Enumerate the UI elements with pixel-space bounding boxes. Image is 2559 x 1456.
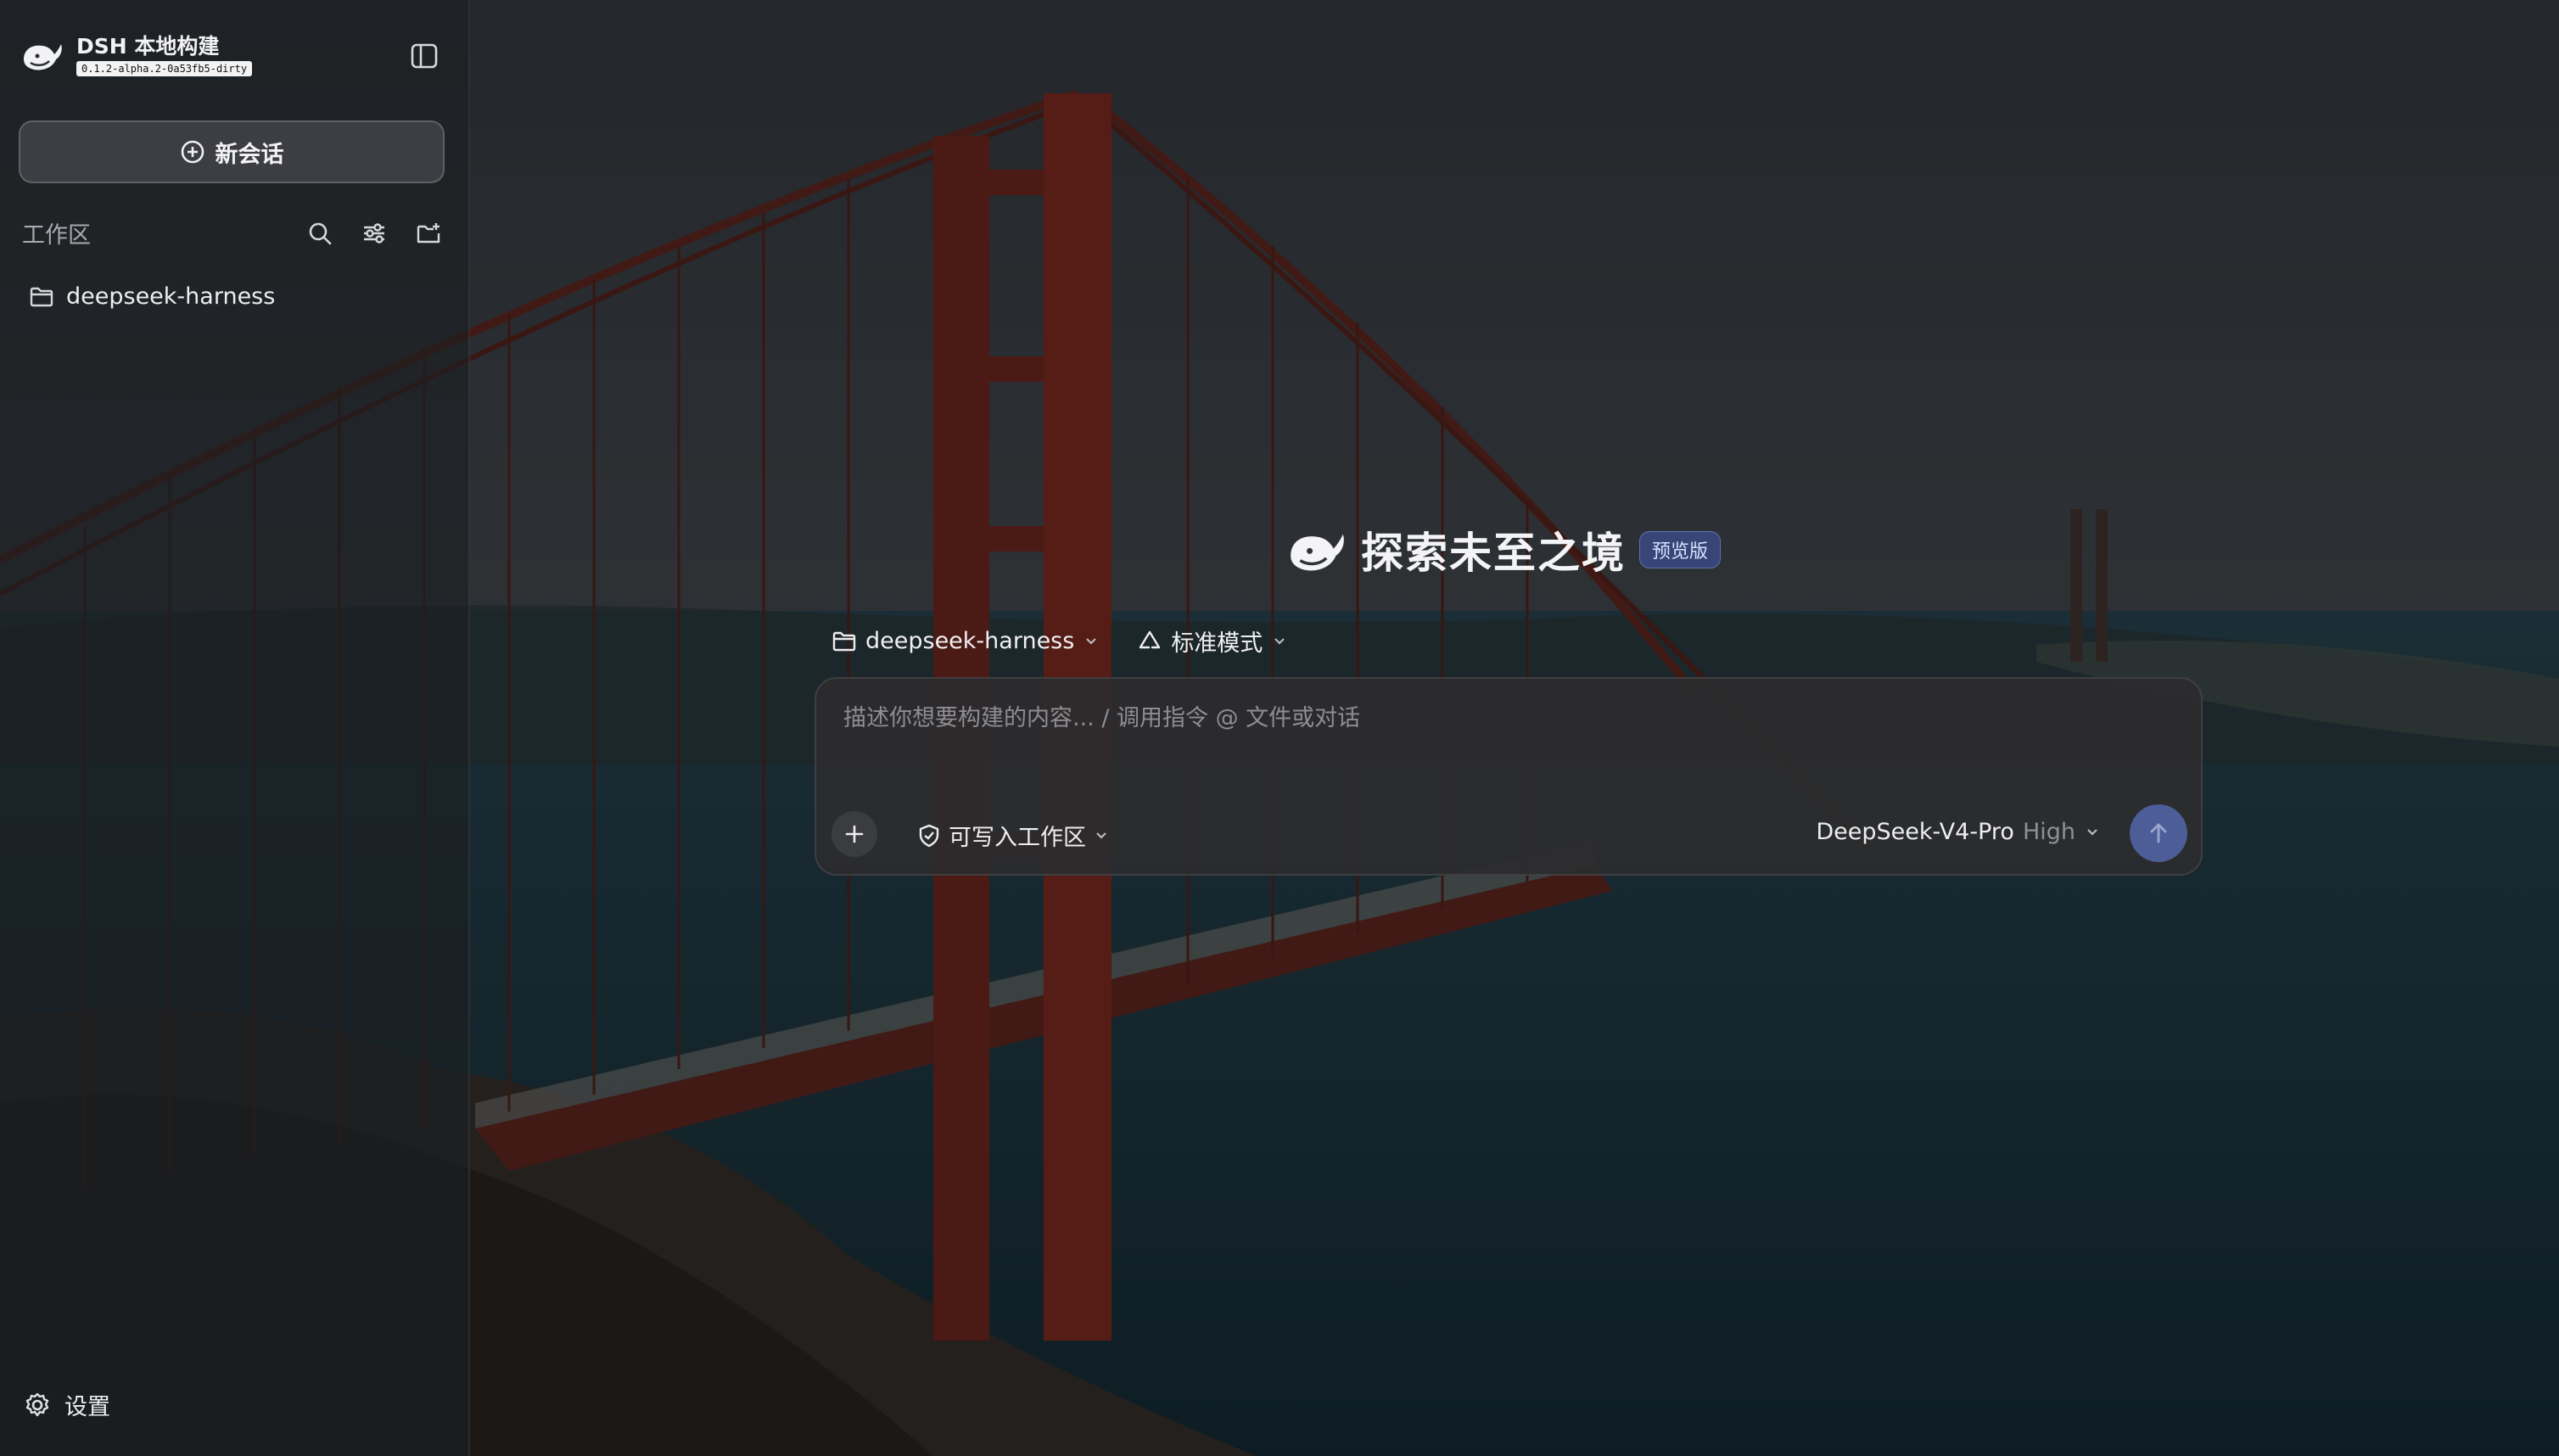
whale-icon (24, 44, 62, 70)
workspace-item[interactable]: deepseek-harness (29, 283, 275, 310)
context-selectors: deepseek-harness 标准模式 (832, 624, 1288, 658)
hero-title: 探索未至之境 (1361, 529, 1626, 578)
arrow-up-icon (2150, 823, 2167, 843)
chevron-down-icon (1274, 637, 1285, 645)
sidebar-toggle-button[interactable] (407, 39, 441, 73)
new-chat-label: 新会话 (215, 141, 284, 168)
permission-selector[interactable]: 可写入工作区 (916, 819, 1110, 852)
workspace-label: 工作区 (22, 221, 91, 249)
chevron-down-icon (1096, 832, 1106, 839)
preview-badge: 预览版 (1639, 531, 1722, 568)
project-selector[interactable]: deepseek-harness (832, 628, 1100, 654)
folder-icon (30, 287, 53, 306)
hero: 探索未至之境 预览版 (1285, 519, 1722, 580)
sidebar-toggle-icon (411, 43, 438, 69)
attach-button[interactable] (832, 811, 877, 857)
sliders-icon (364, 223, 384, 244)
sidebar: DSH 本地构建 0.1.2-alpha.2-0a53fb5-dirty 新会话… (0, 0, 470, 1456)
model-level: High (2022, 819, 2075, 845)
message-input[interactable] (842, 704, 2118, 732)
message-composer: 可写入工作区 DeepSeek-V4-Pro High (815, 677, 2203, 876)
new-folder-button[interactable] (411, 216, 446, 251)
search-icon (309, 222, 332, 245)
folder-icon (832, 631, 856, 651)
whale-icon (1291, 534, 1344, 571)
settings-label: 设置 (64, 1394, 110, 1420)
chevron-down-icon (2087, 828, 2097, 836)
brand: DSH 本地构建 0.1.2-alpha.2-0a53fb5-dirty (20, 34, 253, 76)
mode-selector[interactable]: 标准模式 (1137, 624, 1288, 658)
workspace-item-label: deepseek-harness (66, 283, 276, 310)
model-name: DeepSeek-V4-Pro (1816, 819, 2014, 845)
model-selector[interactable]: DeepSeek-V4-Pro High (1816, 819, 2101, 845)
app-title: DSH 本地构建 (76, 34, 220, 59)
workspace-filter-button[interactable] (356, 216, 392, 251)
mode-selector-label: 标准模式 (1171, 630, 1263, 657)
workspace-search-button[interactable] (302, 216, 338, 251)
folder-plus-icon (417, 223, 440, 244)
project-selector-label: deepseek-harness (865, 628, 1075, 654)
shield-icon (919, 824, 939, 847)
new-chat-button[interactable]: 新会话 (19, 120, 445, 183)
recycle-icon (1140, 630, 1161, 648)
send-button[interactable] (2130, 804, 2187, 862)
permission-label: 可写入工作区 (949, 825, 1086, 851)
version-badge: 0.1.2-alpha.2-0a53fb5-dirty (76, 61, 253, 76)
workspace-header: 工作区 (22, 216, 446, 249)
plus-circle-icon (181, 140, 204, 164)
settings-button[interactable]: 设置 (24, 1388, 110, 1421)
chevron-down-icon (1086, 637, 1097, 645)
gear-icon (25, 1392, 49, 1416)
plus-icon (845, 825, 864, 843)
